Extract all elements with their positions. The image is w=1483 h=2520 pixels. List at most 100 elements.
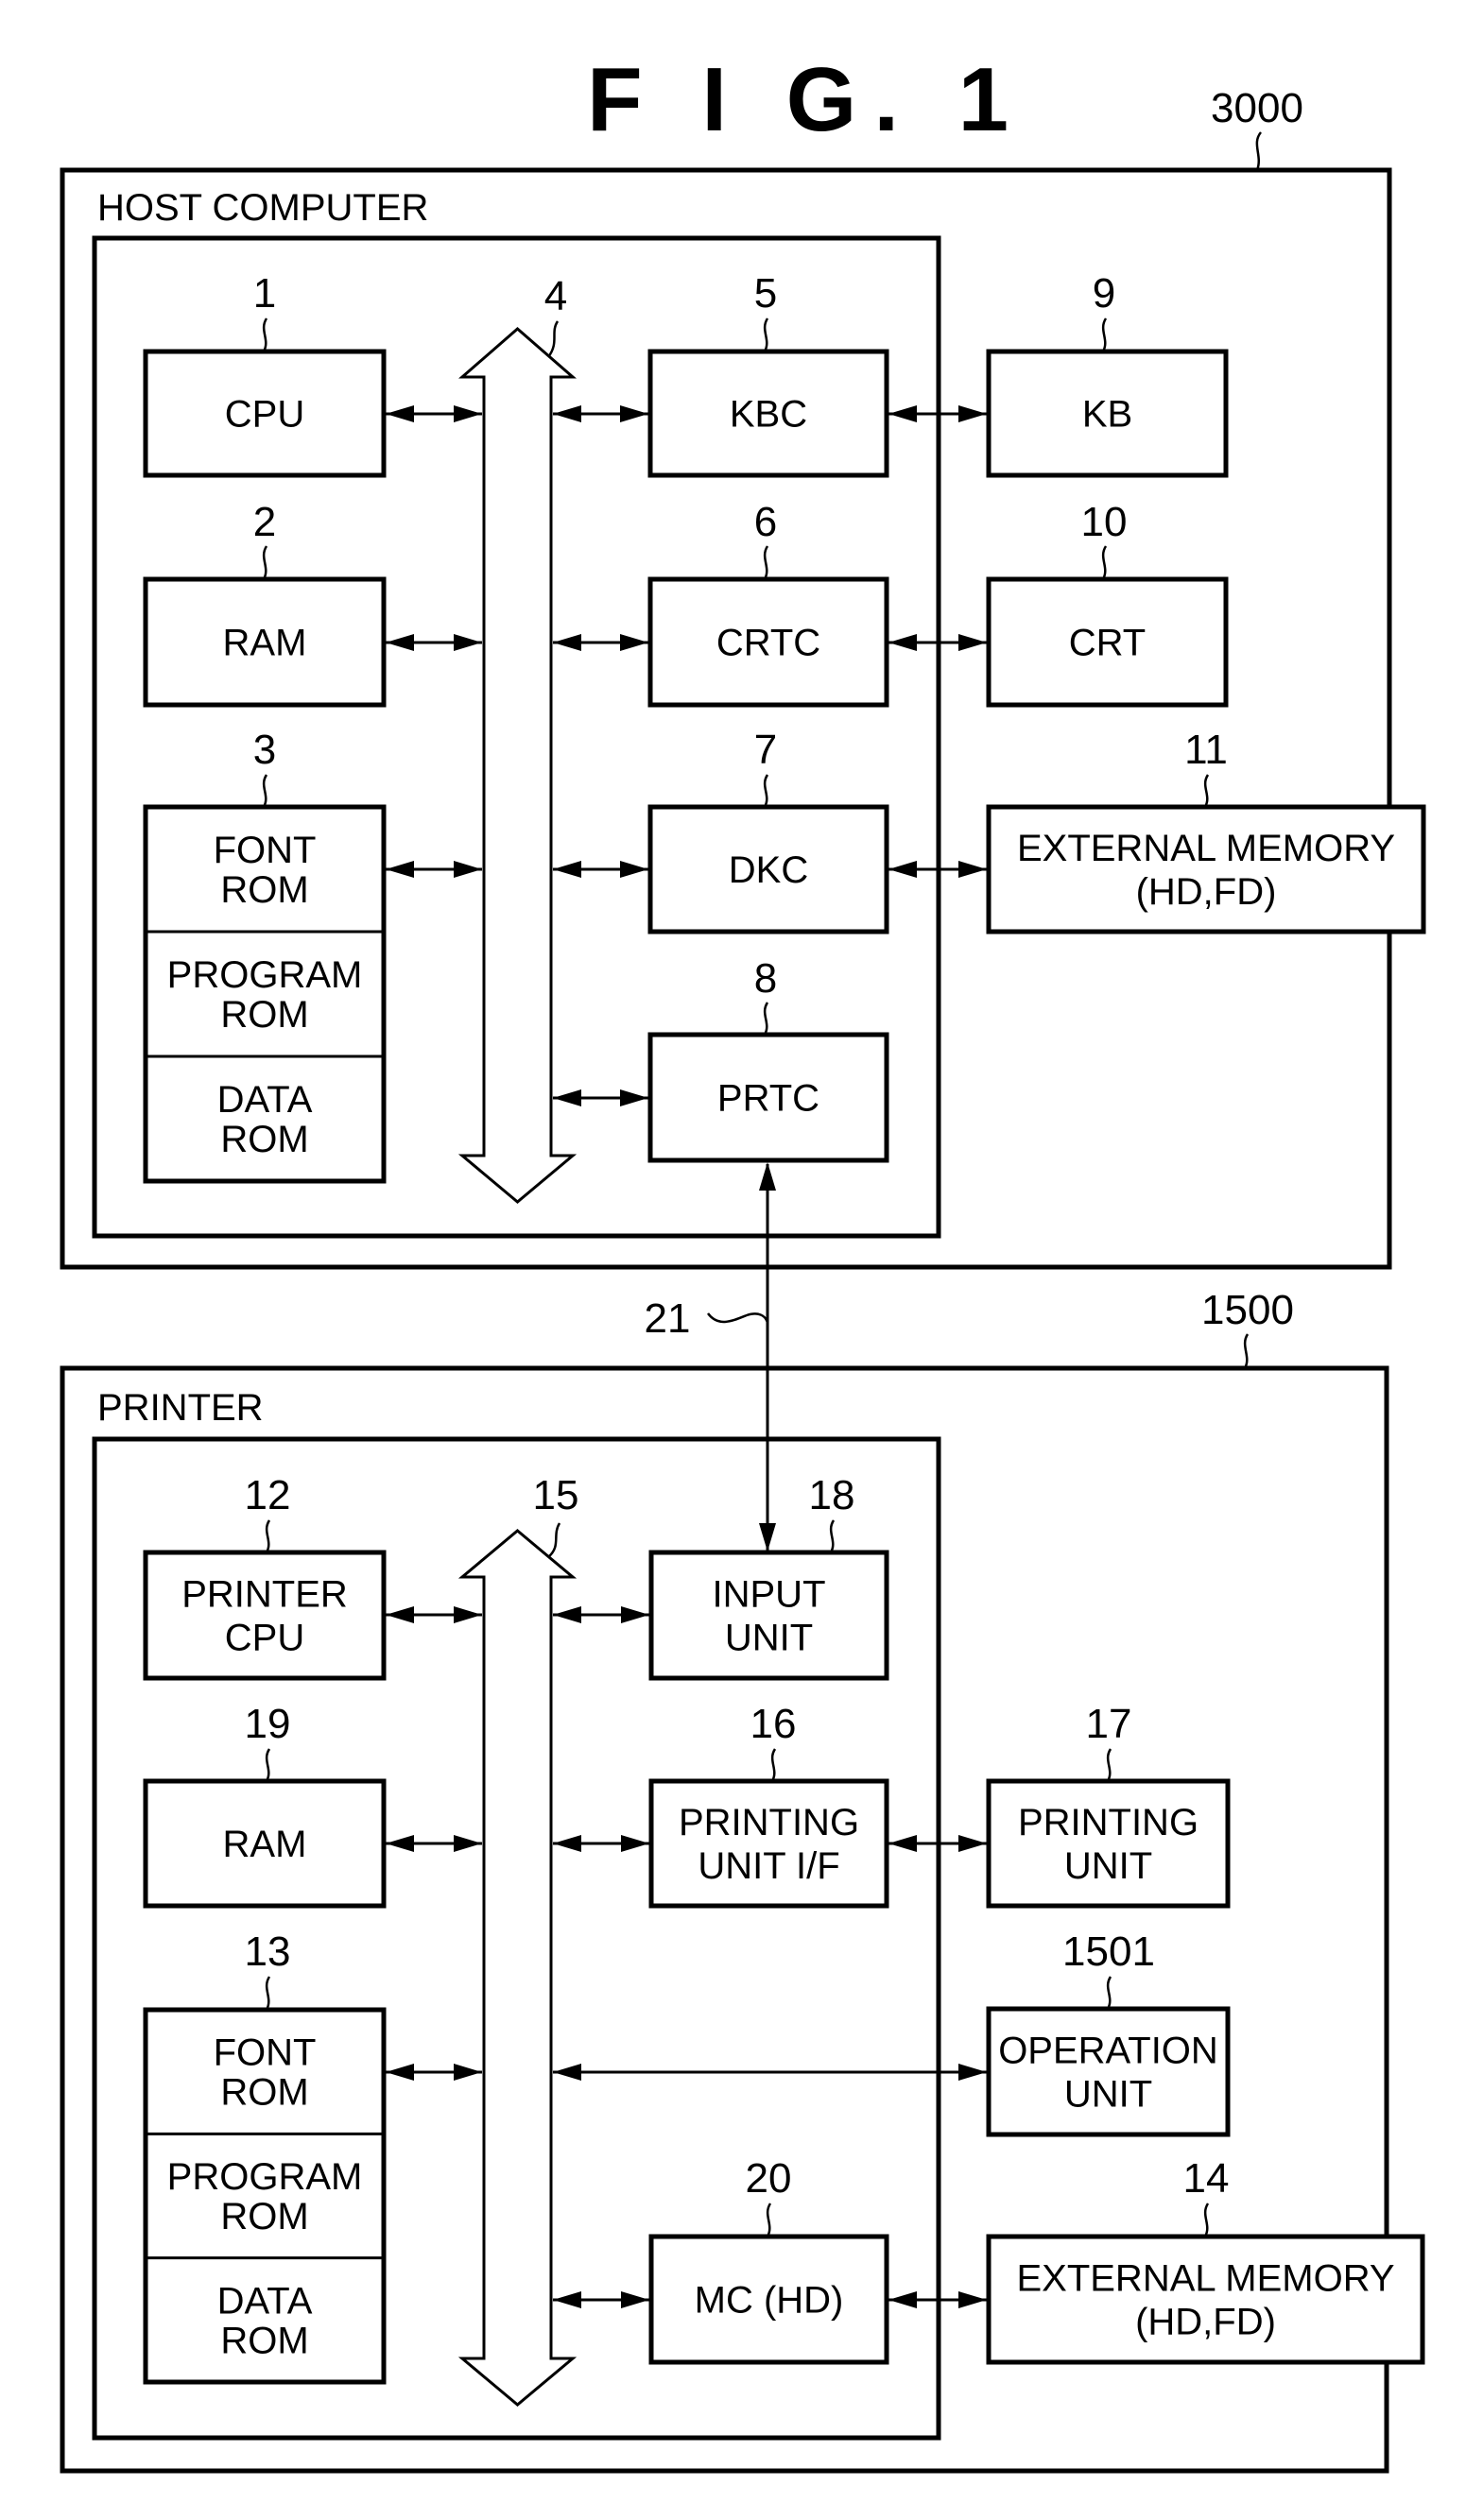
printer-rom-block: FONTROMPROGRAMROMDATAROM [143, 2007, 387, 2385]
arrowhead-right [454, 1835, 482, 1852]
block-label: PRINTING [679, 1802, 859, 1843]
block-label: CRTC [716, 623, 820, 664]
right-bus-arrow [553, 1606, 649, 1623]
rom-section-label: PROGRAM [167, 954, 363, 996]
block-label: CPU [225, 394, 304, 436]
block-label: KBC [730, 394, 807, 436]
arrowhead-right [620, 1089, 648, 1106]
dkc-ref: 7 [754, 727, 777, 773]
arrowhead-right [958, 634, 987, 651]
arrowhead-right [454, 2064, 482, 2081]
block-label: PRINTER [181, 1574, 348, 1616]
printer-label: PRINTER [97, 1387, 264, 1429]
left-bus-arrow [386, 1606, 482, 1623]
leader-line [1101, 545, 1108, 580]
arrowhead-right [621, 1835, 649, 1852]
host-ref-number: 3000 [1211, 85, 1303, 131]
host-computer-label: HOST COMPUTER [97, 187, 428, 229]
arrowhead-left [553, 2064, 581, 2081]
leader-line [265, 1519, 271, 1553]
arrowhead-left [386, 1835, 414, 1852]
leader-line [1203, 2203, 1210, 2237]
block-label: KB [1082, 394, 1132, 436]
left-bus-arrow [386, 861, 482, 878]
right-bus-arrow [553, 861, 648, 878]
leader-line [763, 317, 769, 352]
rom-section-label: DATA [217, 2280, 313, 2322]
rom-section-label: ROM [220, 2320, 308, 2361]
leader-line [262, 317, 268, 352]
arrowhead-right [621, 1606, 649, 1623]
rom-ref: 3 [253, 727, 276, 773]
block-label: EXTERNAL MEMORY [1017, 828, 1395, 869]
block-label: EXTERNAL MEMORY [1016, 2258, 1394, 2300]
block-label: OPERATION [998, 2031, 1218, 2072]
printing-unit-if-ref: 16 [750, 1701, 797, 1747]
rom-section-label: ROM [220, 869, 308, 911]
arrowhead-left [888, 2291, 917, 2308]
mc-hd-block: MC (HD) [648, 2234, 889, 2365]
rom-section-label: ROM [220, 2072, 308, 2114]
block-outline [986, 1778, 1231, 1909]
crt-block: CRT [986, 576, 1229, 708]
arrowhead-right [454, 405, 482, 422]
leader-line [1203, 774, 1210, 808]
block-label: DKC [729, 849, 808, 891]
printing-unit-ref: 17 [1086, 1701, 1132, 1747]
arrowhead-left [553, 861, 581, 878]
input-unit-ref: 18 [809, 1472, 855, 1518]
arrowhead-left [888, 405, 917, 422]
arrowhead-left [553, 1835, 581, 1852]
kb-ref: 9 [1093, 270, 1115, 317]
prtc-bus-arrow [553, 1089, 648, 1106]
external-memory-ref: 11 [1184, 727, 1228, 773]
block-outline [986, 804, 1426, 934]
printer-ref-number: 1500 [1201, 1287, 1294, 1333]
arrowhead-left [553, 1089, 581, 1106]
leader-line [547, 1522, 561, 1558]
leader-line [770, 1748, 777, 1782]
block-label: PRTC [717, 1078, 819, 1120]
rom-section-label: DATA [217, 1079, 313, 1121]
kb-block: KB [986, 349, 1229, 478]
arrowhead-right [958, 861, 987, 878]
arrowhead-left [553, 634, 581, 651]
rom-block: FONTROMPROGRAMROMDATAROM [143, 804, 387, 1184]
right-bus-arrow [553, 1835, 649, 1852]
arrowhead-right [621, 2291, 649, 2308]
printer-ram-ref: 19 [245, 1701, 291, 1747]
leader-line [706, 1312, 769, 1324]
printer-cpu-block: PRINTERCPU [143, 1550, 387, 1681]
leader-line [1106, 1748, 1112, 1782]
arrowhead-left [553, 1606, 581, 1623]
block-outline [648, 1778, 889, 1909]
arrowhead-up [759, 1162, 776, 1191]
rom-section-label: PROGRAM [167, 2156, 363, 2198]
right-bus-arrow [553, 2291, 649, 2308]
arrowhead-left [553, 2291, 581, 2308]
leader-line [262, 545, 268, 580]
block-label: RAM [223, 623, 307, 664]
kbc-ref: 5 [754, 270, 777, 317]
arrowhead-right [958, 1835, 987, 1852]
kbc-block: KBC [647, 349, 889, 478]
right-bus-arrow [553, 405, 648, 422]
printer-rom-ref: 13 [245, 1929, 291, 1975]
arrowhead-right [454, 861, 482, 878]
host-system-bus [457, 327, 578, 1204]
right-bus-arrow [553, 634, 648, 651]
arrowhead-left [386, 1606, 414, 1623]
arrowhead-right [620, 861, 648, 878]
arrowhead-left [888, 634, 917, 651]
printer-ram-block: RAM [143, 1778, 387, 1909]
leader-line [1106, 1976, 1112, 2010]
host-bus-ref: 4 [544, 273, 567, 319]
block-label: PRINTING [1018, 1802, 1198, 1843]
crtc-block: CRTC [647, 576, 889, 708]
left-bus-arrow [386, 2064, 482, 2081]
printer-bus-ref: 15 [533, 1472, 579, 1518]
printer-external-memory-block: EXTERNAL MEMORY(HD,FD) [986, 2234, 1425, 2365]
block-label: UNIT [725, 1618, 813, 1659]
cpu-block: CPU [143, 349, 387, 478]
input-unit-block: INPUTUNIT [648, 1550, 889, 1681]
